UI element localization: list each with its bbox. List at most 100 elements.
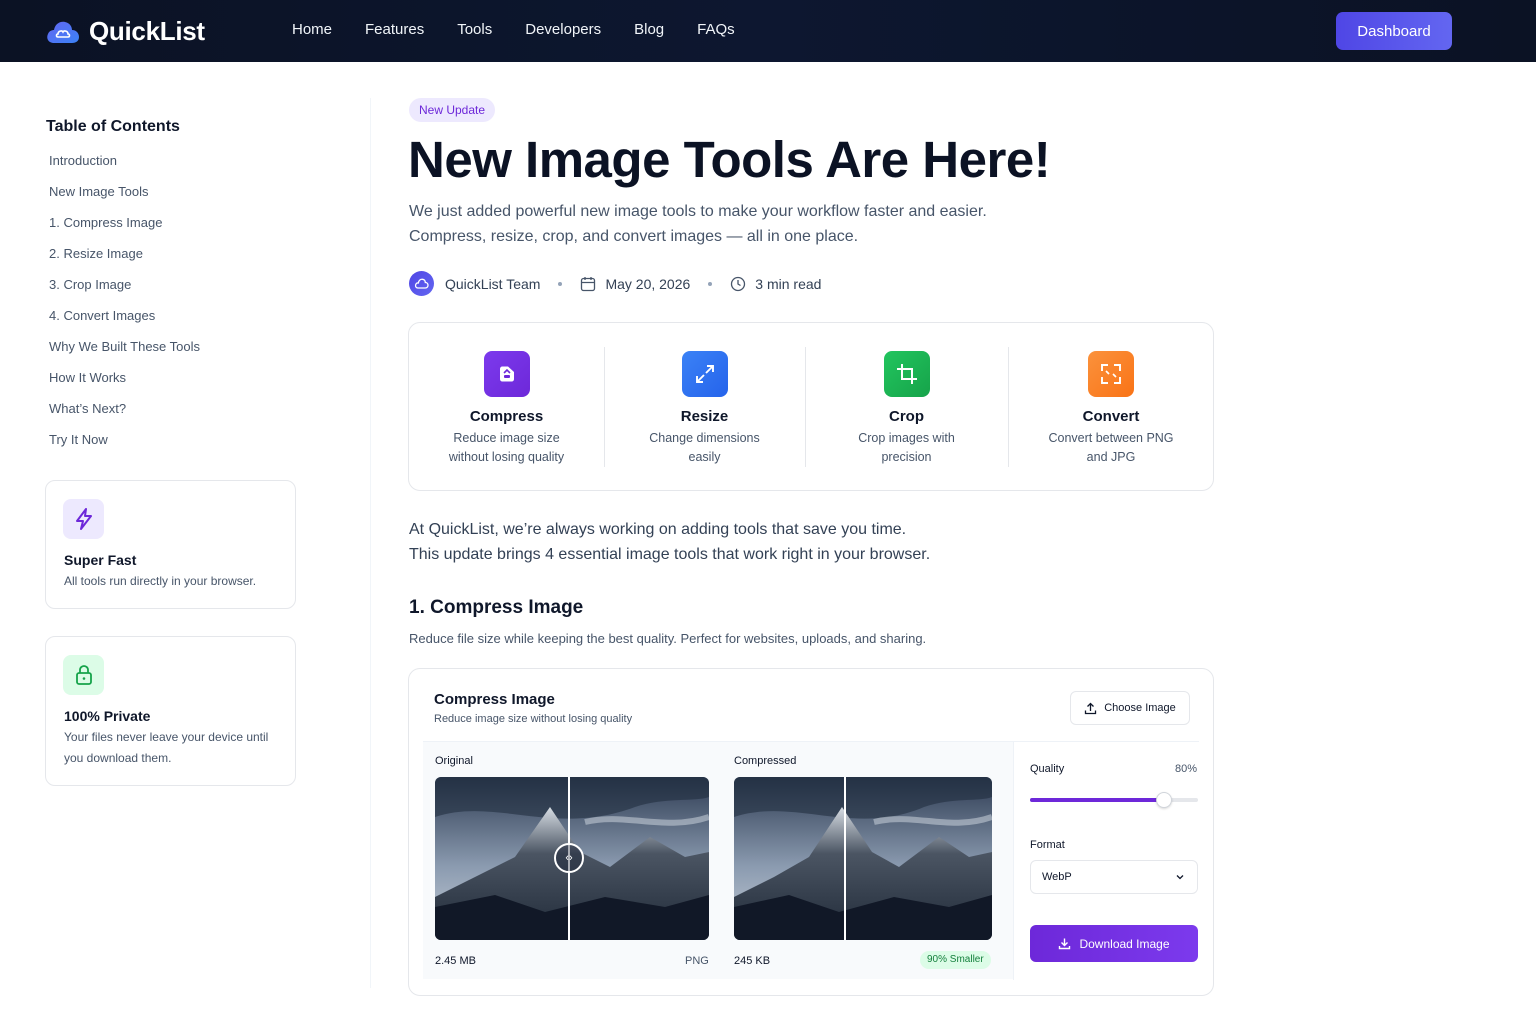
clock-icon: [730, 276, 746, 292]
download-icon: [1059, 938, 1071, 950]
tool-compress[interactable]: Compress Reduce image size without losing…: [409, 323, 604, 492]
toc-item-new-image-tools[interactable]: New Image Tools: [49, 183, 200, 214]
download-image-button[interactable]: Download Image: [1030, 925, 1198, 962]
toc-item-try-it-now[interactable]: Try It Now: [49, 431, 200, 462]
page-title: New Image Tools Are Here!: [408, 131, 1051, 188]
article-meta: QuickList Team May 20, 2026 3 min read: [409, 271, 821, 296]
quality-slider-fill: [1030, 798, 1164, 802]
desc-line: easily: [688, 450, 721, 464]
cloud-logo-icon: [45, 18, 81, 46]
compress-controls: Quality 80% Format WebP Download Image: [1013, 742, 1199, 980]
nav-link-blog[interactable]: Blog: [634, 21, 664, 38]
compress-demo-card: Compress Image Reduce image size without…: [408, 668, 1214, 996]
lightning-icon: [63, 499, 104, 539]
intro-line-2: This update brings 4 essential image too…: [409, 546, 931, 563]
demo-workspace: Original ‹› 2.45 MB PNG Compressed 245 K…: [423, 741, 1199, 980]
toc-item-whats-next[interactable]: What’s Next?: [49, 400, 200, 431]
download-label: Download Image: [1079, 936, 1170, 951]
toc-item-compress-image[interactable]: 1. Compress Image: [49, 214, 200, 245]
tool-resize-desc: Change dimensions easily: [605, 429, 804, 467]
tool-convert-desc: Convert between PNG and JPG: [1009, 429, 1213, 467]
dashboard-button[interactable]: Dashboard: [1336, 12, 1452, 50]
format-selected-value: WebP: [1042, 871, 1072, 883]
nav-link-features[interactable]: Features: [365, 21, 424, 38]
quality-label: Quality: [1030, 763, 1065, 775]
quality-value: 80%: [1174, 763, 1197, 775]
demo-subtitle: Reduce image size without losing quality: [434, 713, 633, 725]
choose-image-label: Choose Image: [1104, 702, 1176, 714]
toc-item-convert-images[interactable]: 4. Convert Images: [49, 307, 200, 338]
tool-crop-desc: Crop images with precision: [806, 429, 1007, 467]
chevron-down-icon: [1176, 875, 1184, 880]
tool-compress-desc: Reduce image size without losing quality: [409, 429, 604, 467]
crop-icon: [883, 351, 930, 397]
original-format: PNG: [685, 955, 709, 967]
demo-title: Compress Image: [434, 691, 555, 708]
desc-line: without losing quality: [448, 450, 565, 464]
resize-icon: [681, 351, 728, 397]
desc-line: Change dimensions: [649, 431, 760, 445]
lock-icon: [63, 655, 104, 695]
toc-item-crop-image[interactable]: 3. Crop Image: [49, 276, 200, 307]
toc-item-resize-image[interactable]: 2. Resize Image: [49, 245, 200, 276]
choose-image-button[interactable]: Choose Image: [1070, 691, 1190, 725]
savings-badge: 90% Smaller: [920, 951, 991, 969]
original-image[interactable]: ‹›: [435, 777, 709, 940]
toc-item-introduction[interactable]: Introduction: [49, 152, 200, 183]
desc-line: Crop images with: [858, 431, 955, 445]
author-avatar: [409, 271, 434, 296]
article-lead: We just added powerful new image tools t…: [409, 199, 1049, 249]
nav-link-faqs[interactable]: FAQs: [697, 21, 735, 38]
section-description: Reduce file size while keeping the best …: [409, 631, 927, 646]
desc-line: and JPG: [1086, 450, 1136, 464]
lead-line-2: Compress, resize, crop, and convert imag…: [409, 228, 859, 245]
original-label: Original: [435, 755, 473, 767]
upload-icon: [1085, 702, 1097, 714]
compare-drag-handle[interactable]: ‹›: [554, 843, 584, 873]
intro-paragraph: At QuickList, we’re always working on ad…: [409, 517, 930, 567]
nav-link-tools[interactable]: Tools: [457, 21, 492, 38]
desc-line: Reduce image size: [453, 431, 560, 445]
original-size: 2.45 MB: [435, 955, 476, 967]
publish-date: May 20, 2026: [605, 275, 691, 292]
nav-links: Home Features Tools Developers Blog FAQs: [292, 21, 768, 38]
tool-resize-name: Resize: [680, 408, 729, 425]
meta-separator: [558, 281, 563, 286]
compressed-label: Compressed: [734, 755, 797, 767]
nav-link-developers[interactable]: Developers: [525, 21, 601, 38]
convert-icon: [1088, 351, 1134, 397]
toc-item-why-we-built[interactable]: Why We Built These Tools: [49, 338, 200, 369]
compressed-size: 245 KB: [734, 955, 771, 967]
quality-slider-thumb[interactable]: [1156, 792, 1172, 808]
desc-line: precision: [881, 450, 932, 464]
super-fast-desc: All tools run directly in your browser.: [64, 574, 257, 588]
quality-slider[interactable]: [1030, 792, 1198, 808]
tools-overview-card: Compress Reduce image size without losing…: [408, 322, 1214, 491]
private-card: 100% Private Your files never leave your…: [45, 636, 296, 786]
author-name[interactable]: QuickList Team: [445, 276, 540, 292]
compressed-image[interactable]: [734, 777, 992, 940]
nav-link-home[interactable]: Home: [292, 21, 332, 38]
mountain-photo: [734, 777, 992, 940]
tool-resize[interactable]: Resize Change dimensions easily: [605, 323, 804, 492]
brand-logo[interactable]: QuickList: [45, 16, 205, 47]
private-desc: Your files never leave your device until…: [64, 730, 269, 765]
tool-crop[interactable]: Crop Crop images with precision: [806, 323, 1007, 492]
sidebar-divider: [370, 98, 371, 988]
format-label: Format: [1030, 839, 1065, 851]
toc-title: Table of Contents: [46, 118, 180, 135]
toc-item-how-it-works[interactable]: How It Works: [49, 369, 200, 400]
compress-icon: [483, 351, 530, 397]
tool-crop-name: Crop: [889, 408, 924, 425]
lead-line-1: We just added powerful new image tools t…: [409, 203, 987, 220]
compare-divider: [844, 777, 846, 940]
format-select[interactable]: WebP: [1030, 860, 1198, 894]
calendar-icon: [580, 276, 596, 292]
section-heading-compress: 1. Compress Image: [409, 597, 584, 618]
super-fast-card: Super Fast All tools run directly in you…: [45, 480, 296, 609]
top-navbar: QuickList Home Features Tools Developers…: [0, 0, 1536, 62]
tool-convert[interactable]: Convert Convert between PNG and JPG: [1009, 323, 1213, 492]
table-of-contents: Introduction New Image Tools 1. Compress…: [49, 152, 200, 462]
meta-separator: [708, 281, 713, 286]
tool-convert-name: Convert: [1082, 408, 1140, 425]
